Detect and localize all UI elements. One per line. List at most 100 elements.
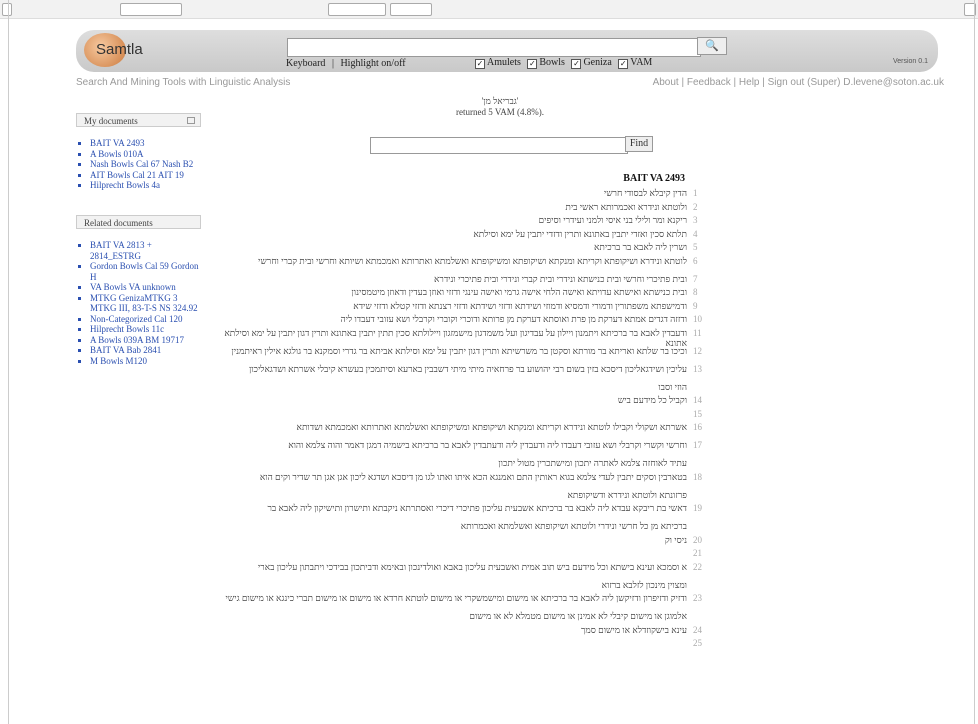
document-line: 4 תלתא סכין ואזדי יתבין באתונא ותרין ודזד… bbox=[212, 229, 709, 243]
document-line: 19 דאשי בת ריבקא עבדא ליה לאבא בר ברכיתא … bbox=[212, 503, 709, 521]
line-number: 16 bbox=[693, 422, 702, 432]
line-text: ודזיק ודזיפרון ודזיקשן ליה לאבא בר ברכית… bbox=[225, 593, 687, 603]
line-text: הוזי וסבו bbox=[658, 381, 687, 392]
line-number: 7 bbox=[693, 273, 698, 284]
document-line: 3 ריקנא ומר ולילי בני איסי ולמני ועידרי ו… bbox=[212, 215, 709, 229]
line-text: ודזזה דגדים אמתא דערקת מן פרת ואוסתא דער… bbox=[340, 314, 688, 324]
line-text: וקביל כל מידעם ביש bbox=[617, 395, 687, 405]
toolbar-field[interactable] bbox=[328, 3, 386, 16]
line-text: אלמוגן או מישום קיבלי לא אמינן או מישום … bbox=[469, 611, 687, 621]
search-input[interactable] bbox=[287, 38, 701, 57]
logo-text[interactable]: Samtla bbox=[96, 41, 143, 58]
document-link[interactable]: MTKG GenizaMTKG 3 MTKG III, 83-T-S NS 32… bbox=[90, 293, 205, 314]
my-documents-header[interactable]: My documents bbox=[76, 113, 201, 127]
line-number: 9 bbox=[693, 300, 698, 311]
separator: | bbox=[331, 58, 334, 69]
document-link[interactable]: Hilprecht Bowls 11c bbox=[90, 324, 205, 335]
document-line: עתיד לאוחזה צלמא לאתרה יתכון ומישתכרין מ… bbox=[212, 458, 709, 472]
line-text: ולוטתא ונידרא ואכמרותא ראשי בית bbox=[565, 201, 687, 212]
line-number: 12 bbox=[693, 345, 702, 356]
document-line: 2 ולוטתא ונידרא ואכמרותא ראשי בית bbox=[212, 202, 709, 216]
find-button[interactable]: Find bbox=[625, 136, 653, 152]
document-line: 5 ושרין ליה לאבא בר ברכיתא bbox=[212, 242, 709, 256]
line-text: אשרתא ושקולי וקבילו לוטתא ונידרא וקריתא … bbox=[296, 422, 687, 432]
highlight-toggle-link[interactable]: Highlight on/off bbox=[340, 58, 405, 69]
document-link[interactable]: M Bowls M120 bbox=[90, 356, 205, 367]
document-line: 8 ובית כנישתא ואישתא עדויתא ואישה הלחי אי… bbox=[212, 287, 709, 301]
filter-label: VAM bbox=[630, 57, 653, 68]
filter-checkbox-geniza[interactable]: ✓ bbox=[571, 59, 582, 69]
document-line: 7 ובית פתיכרי וחרשי ובית כנישתא ונידרי וב… bbox=[212, 274, 709, 288]
document-line: 12 וכיכו בר שלתא ואריתא בר מורתא וסקטן בר… bbox=[212, 346, 709, 364]
document-line: 21 bbox=[212, 548, 709, 562]
collection-filters: ✓ Amulets ✓ Bowls ✓ Geniza ✓ VAM bbox=[471, 57, 652, 69]
line-number: 2 bbox=[693, 201, 698, 212]
line-number: 8 bbox=[693, 287, 698, 297]
line-number: 6 bbox=[693, 255, 698, 266]
document-line: 14 וקביל כל מידעם ביש bbox=[212, 395, 709, 409]
line-number: 22 bbox=[693, 561, 702, 572]
line-number: 5 bbox=[693, 242, 698, 252]
header-links: Keyboard | Highlight on/off bbox=[286, 58, 406, 69]
document-line: ברכיתא מן כל חרשי ונידרי ולוטתא ושיקופתא… bbox=[212, 521, 709, 535]
window-control[interactable] bbox=[2, 3, 12, 16]
line-text: ודמישפתא משפתורין ודמורי ודמסיא ודמוזי ו… bbox=[353, 300, 687, 311]
panel-title: Related documents bbox=[84, 218, 153, 228]
line-text: ניסי וק bbox=[664, 534, 687, 545]
document-line: 15 bbox=[212, 409, 709, 423]
line-text: ובית פתיכרי וחרשי ובית כנישתא ונידרי ובי… bbox=[434, 273, 687, 284]
document-link[interactable]: BAIT VA 2493 bbox=[90, 138, 193, 149]
filter-label: Bowls bbox=[539, 57, 565, 68]
document-link[interactable]: A Bowls 010A bbox=[90, 149, 193, 160]
document-title: BAIT VA 2493 bbox=[623, 173, 685, 184]
document-line: 25 bbox=[212, 638, 709, 652]
line-number: 13 bbox=[693, 363, 702, 374]
document-link[interactable]: BAIT VA 2813 + 2814_ESTRG bbox=[90, 240, 170, 261]
document-line: 16 אשרתא ושקולי וקבילו לוטתא ונידרא וקרית… bbox=[212, 422, 709, 440]
my-documents-list: BAIT VA 2493 A Bowls 010A Nash Bowls Cal… bbox=[78, 138, 193, 191]
toolbar-field[interactable] bbox=[120, 3, 182, 16]
find-input[interactable] bbox=[370, 137, 628, 154]
toolbar-field[interactable] bbox=[390, 3, 432, 16]
document-line: 24 עינא בישקוזדלא או מישום סמך bbox=[212, 625, 709, 639]
document-link[interactable]: Nash Bowls Cal 67 Nash B2 bbox=[90, 159, 193, 170]
line-text: ובית כנישתא ואישתא עדויתא ואישה הלחי איש… bbox=[351, 287, 687, 297]
document-link[interactable]: VA Bowls VA unknown bbox=[90, 282, 205, 293]
line-text: דאשי בת ריבקא עבדא ליה לאבא בר ברכיתא אש… bbox=[267, 503, 687, 513]
tagline: Search And Mining Tools with Linguistic … bbox=[76, 77, 291, 88]
line-text: וכיכו בר שלתא ואריתא בר מורתא וסקטן בר מ… bbox=[231, 345, 687, 356]
line-number: 20 bbox=[693, 534, 702, 545]
app-header: Samtla 🔍 Keyboard | Highlight on/off ✓ Am… bbox=[76, 30, 938, 72]
filter-checkbox-bowls[interactable]: ✓ bbox=[527, 59, 538, 69]
document-link[interactable]: Hilprecht Bowls 4a bbox=[90, 180, 193, 191]
document-link[interactable]: BAIT VA Bab 2841 bbox=[90, 345, 205, 356]
filter-checkbox-vam[interactable]: ✓ bbox=[618, 59, 629, 69]
related-documents-list: BAIT VA 2813 + 2814_ESTRG Gordon Bowls C… bbox=[78, 240, 205, 366]
account-links[interactable]: About | Feedback | Help | Sign out (Supe… bbox=[653, 77, 944, 88]
line-text: וחרשי וקשרי וקרבלי ושא עזובי דעבדו ליה ו… bbox=[288, 440, 687, 450]
related-documents-header: Related documents bbox=[76, 215, 201, 229]
line-text: ושרין ליה לאבא בר ברכיתא bbox=[593, 242, 687, 252]
document-link[interactable]: Gordon Bowls Cal 59 Gordon H bbox=[90, 261, 200, 282]
line-text: עתיד לאוחזה צלמא לאתרה יתכון ומישתכרין מ… bbox=[498, 458, 687, 468]
filter-checkbox-amulets[interactable]: ✓ bbox=[475, 59, 485, 69]
document-line: 1 הדין קיבלא לבסודי חרשי bbox=[212, 188, 709, 202]
document-link[interactable]: AIT Bowls Cal 21 AIT 19 bbox=[90, 170, 193, 181]
document-line: 10 ודזזה דגדים אמתא דערקת מן פרת ואוסתא ד… bbox=[212, 314, 709, 328]
keyboard-link[interactable]: Keyboard bbox=[286, 58, 325, 69]
document-line: 20 ניסי וק bbox=[212, 535, 709, 549]
line-text: בטארבין וסקים יתבין לעדי צלמא בגוא ראותי… bbox=[259, 471, 687, 482]
document-line: פרזונתא ולוטתא ונידרא ודשיקופתא bbox=[212, 490, 709, 504]
search-button[interactable]: 🔍 bbox=[697, 37, 727, 55]
line-number: 14 bbox=[693, 395, 702, 405]
collapse-icon[interactable] bbox=[187, 117, 195, 124]
document-line: 11 ודעבדין לאבא בר ברכיתא ויתמנון ויילון … bbox=[212, 328, 709, 348]
document-line: ומצוין מינכון לזלבא ברזוא bbox=[212, 580, 709, 594]
line-number: 3 bbox=[693, 215, 698, 225]
version-label: Version 0.1 bbox=[892, 58, 928, 65]
line-number: 17 bbox=[693, 440, 702, 450]
document-link[interactable]: Non-Categorized Cal 120 bbox=[90, 314, 205, 325]
line-text: ברכיתא מן כל חרשי ונידרי ולוטתא ושיקופתא… bbox=[460, 521, 687, 531]
document-link[interactable]: A Bowls 039A BM 19717 bbox=[90, 335, 205, 346]
frame-border bbox=[974, 0, 975, 724]
